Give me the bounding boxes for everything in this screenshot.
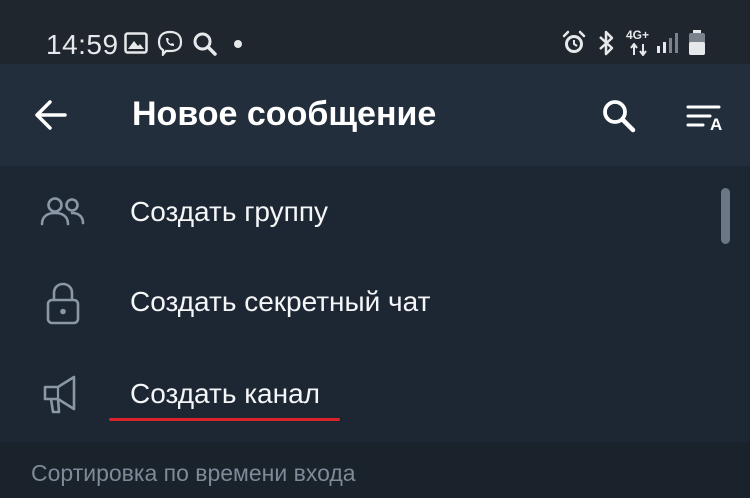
create-secret-chat-item[interactable]: Создать секретный чат xyxy=(0,258,720,348)
lock-icon xyxy=(46,282,80,325)
sort-letter: A xyxy=(710,115,723,134)
status-bar: 14:59 4G+ xyxy=(0,0,750,64)
alarm-icon xyxy=(562,30,586,53)
bluetooth-icon xyxy=(599,30,614,56)
image-icon xyxy=(124,32,148,54)
viber-icon xyxy=(157,30,183,56)
signal-icon xyxy=(657,33,678,53)
create-group-label: Создать группу xyxy=(130,196,328,227)
create-channel-label: Создать канал xyxy=(130,378,320,409)
create-group-item[interactable]: Создать группу xyxy=(0,168,720,258)
group-icon xyxy=(40,197,85,226)
action-list: Создать группу Создать секретный чат Соз… xyxy=(0,166,750,442)
search-button[interactable] xyxy=(601,98,637,134)
dot-icon xyxy=(234,40,242,48)
page-title: Новое сообщение xyxy=(132,95,437,133)
sort-button[interactable]: A xyxy=(686,102,726,134)
network-4g-icon: 4G+ xyxy=(626,28,654,58)
scrollbar[interactable] xyxy=(721,188,730,244)
sort-section-label: Сортировка по времени входа xyxy=(31,460,356,486)
network-label: 4G+ xyxy=(626,28,650,42)
create-channel-item[interactable]: Создать канал xyxy=(0,350,720,440)
megaphone-icon xyxy=(43,375,76,414)
battery-icon xyxy=(689,30,705,55)
search-icon xyxy=(193,32,217,56)
highlight-underline xyxy=(109,418,340,421)
back-button[interactable] xyxy=(34,98,68,132)
section-header: Сортировка по времени входа xyxy=(0,442,750,498)
app-header: Новое сообщение A xyxy=(0,64,750,166)
status-time: 14:59 xyxy=(46,29,119,60)
create-secret-chat-label: Создать секретный чат xyxy=(130,286,431,317)
